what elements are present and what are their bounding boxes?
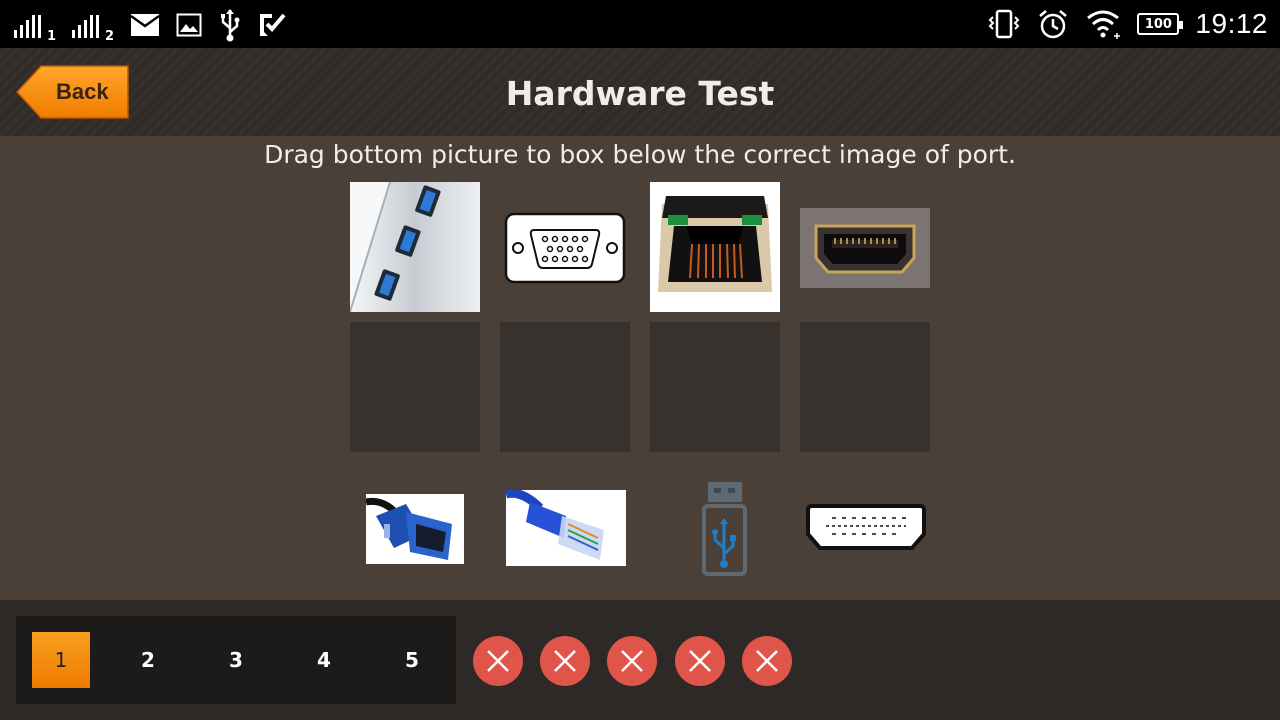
page-button-1[interactable]: 1 [32,632,90,688]
drop-target-4[interactable] [800,322,930,452]
instruction-text: Drag bottom picture to box below the cor… [264,140,1016,169]
signal-sim2-icon: 2 [72,8,114,44]
close-icon [621,650,643,672]
close-icon [689,650,711,672]
alarm-icon [1039,10,1068,39]
app-header: Back Hardware Test [0,48,1280,136]
usb-drive-icon [702,482,747,576]
usb-hub-icon [349,181,480,313]
page-button-5[interactable]: 5 [383,632,441,688]
image-icon [176,13,202,37]
sim2-label: 2 [104,29,114,44]
signal-sim1-icon: 1 [14,8,56,44]
clock: 19:12 [1195,8,1268,39]
wifi-icon [1087,10,1121,39]
page-button-3[interactable]: 3 [207,632,265,688]
hdmi-plug-image[interactable] [806,504,926,552]
vga-cable-image[interactable] [365,494,464,564]
footer-bar: 1 2 3 4 5 [0,600,1280,720]
status-bar: 1 2 100 19:12 [0,0,1280,48]
close-icon [487,650,509,672]
usb-drive-image[interactable] [702,480,748,576]
drop-target-1[interactable] [350,322,480,452]
result-wrong-3 [607,636,657,686]
result-wrong-5 [742,636,792,686]
sim1-label: 1 [46,29,56,44]
page-button-2[interactable]: 2 [119,632,177,688]
play-store-icon [260,13,286,36]
battery-icon: 100 [1137,13,1184,35]
page-button-4[interactable]: 4 [295,632,353,688]
close-icon [554,650,576,672]
vga-port-image [500,208,630,288]
page-selector: 1 2 3 4 5 [16,616,456,704]
vga-port-icon [504,212,626,284]
drop-target-2[interactable] [500,322,630,452]
hdmi-plug-icon [806,504,926,550]
ethernet-port-icon [650,182,780,312]
vibrate-icon [989,9,1020,39]
close-icon [756,650,778,672]
drop-target-3[interactable] [650,322,780,452]
battery-level: 100 [1144,16,1172,32]
result-wrong-1 [473,636,523,686]
mail-icon [130,14,160,36]
vga-cable-icon [365,497,452,560]
ethernet-cable-image[interactable] [504,488,626,566]
usb-port-image [349,181,480,313]
usb-icon [221,9,240,42]
page-title: Hardware Test [505,74,775,113]
result-wrong-4 [675,636,725,686]
hdmi-port-icon [800,208,930,288]
ethernet-cable-icon [504,488,604,560]
ethernet-port-image [650,182,780,312]
result-wrong-2 [540,636,590,686]
hdmi-port-image [800,208,930,288]
